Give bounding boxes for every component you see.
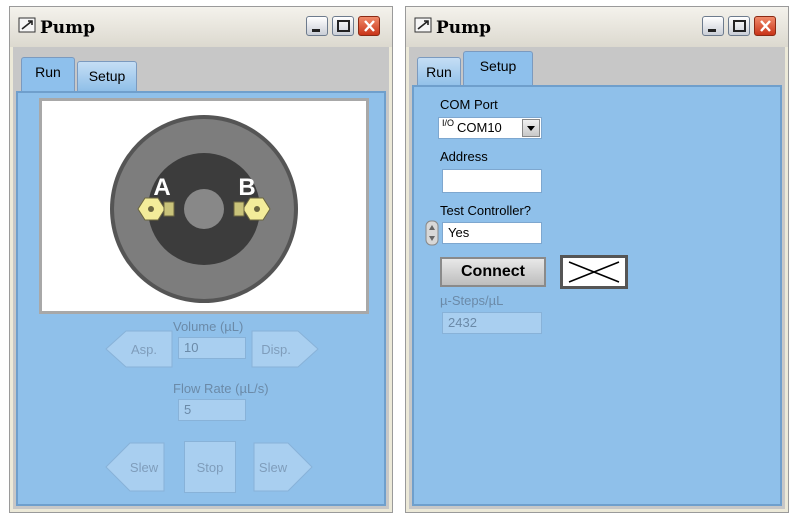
close-icon	[760, 20, 771, 32]
pump-window-icon	[18, 17, 36, 33]
connection-status-icon	[568, 261, 620, 283]
tab-setup[interactable]: Setup	[77, 61, 137, 91]
dropdown-arrow-icon	[527, 126, 535, 131]
tab-run[interactable]: Run	[417, 57, 461, 87]
valve-diagram: A B	[110, 115, 298, 303]
dispense-label: Disp.	[261, 342, 291, 357]
maximize-icon	[337, 20, 350, 32]
window-title: Pump	[436, 18, 492, 38]
test-controller-label: Test Controller?	[440, 203, 532, 218]
run-panel: A B Volume (µL) 10 Asp. Disp. Flow Rate …	[16, 91, 386, 506]
port-b-label: B	[238, 174, 255, 201]
steps-per-ul-field: 2432	[442, 312, 542, 334]
minimize-icon	[708, 29, 716, 32]
flow-rate-field[interactable]: 5	[178, 399, 246, 421]
com-port-value: COM10	[457, 120, 502, 135]
tab-run[interactable]: Run	[21, 57, 75, 91]
connect-button[interactable]: Connect	[440, 257, 546, 287]
valve-display: A B	[39, 98, 369, 314]
pump-window-icon	[414, 17, 432, 33]
tab-setup[interactable]: Setup	[463, 51, 533, 85]
minimize-button[interactable]	[702, 16, 724, 36]
com-port-select[interactable]: I/O COM10	[438, 117, 542, 139]
maximize-button[interactable]	[728, 16, 750, 36]
connection-status-indicator	[560, 255, 628, 289]
minimize-button[interactable]	[306, 16, 328, 36]
spinner-icon[interactable]	[425, 220, 439, 246]
dropdown-button[interactable]	[522, 119, 540, 137]
setup-panel: COM Port I/O COM10 Address Test Controll…	[412, 85, 782, 506]
title-bar[interactable]: Pump	[406, 7, 788, 47]
window-title: Pump	[40, 18, 96, 38]
volume-label: Volume (µL)	[173, 319, 244, 334]
minimize-icon	[312, 29, 320, 32]
pump-window-setup: Pump Run Setup COM Port I/O COM10 Addres…	[405, 6, 789, 513]
close-button[interactable]	[754, 16, 776, 36]
io-icon: I/O	[442, 118, 455, 128]
close-icon	[364, 20, 375, 32]
window-client: Run Setup COM Port I/O COM10 Address Tes…	[409, 47, 785, 509]
aspirate-label: Asp.	[130, 342, 157, 357]
maximize-icon	[733, 20, 746, 32]
title-bar[interactable]: Pump	[10, 7, 392, 47]
maximize-button[interactable]	[332, 16, 354, 36]
close-button[interactable]	[358, 16, 380, 36]
address-field[interactable]	[442, 169, 542, 193]
steps-per-ul-label: µ-Steps/µL	[440, 293, 504, 308]
flow-rate-label: Flow Rate (µL/s)	[173, 381, 269, 396]
volume-field[interactable]: 10	[178, 337, 246, 359]
slew-right-label: Slew	[258, 460, 288, 475]
pump-window-run: Pump Run Setup A B Volume (µL) 10 Asp. D…	[9, 6, 393, 513]
test-controller-field[interactable]: Yes	[442, 222, 542, 244]
port-a-label: A	[153, 174, 170, 201]
slew-left-label: Slew	[129, 460, 159, 475]
address-label: Address	[440, 149, 488, 164]
com-port-label: COM Port	[440, 97, 498, 112]
stop-label: Stop	[196, 460, 224, 475]
window-client: Run Setup A B Volume (µL) 10 Asp. Disp. …	[13, 47, 389, 509]
